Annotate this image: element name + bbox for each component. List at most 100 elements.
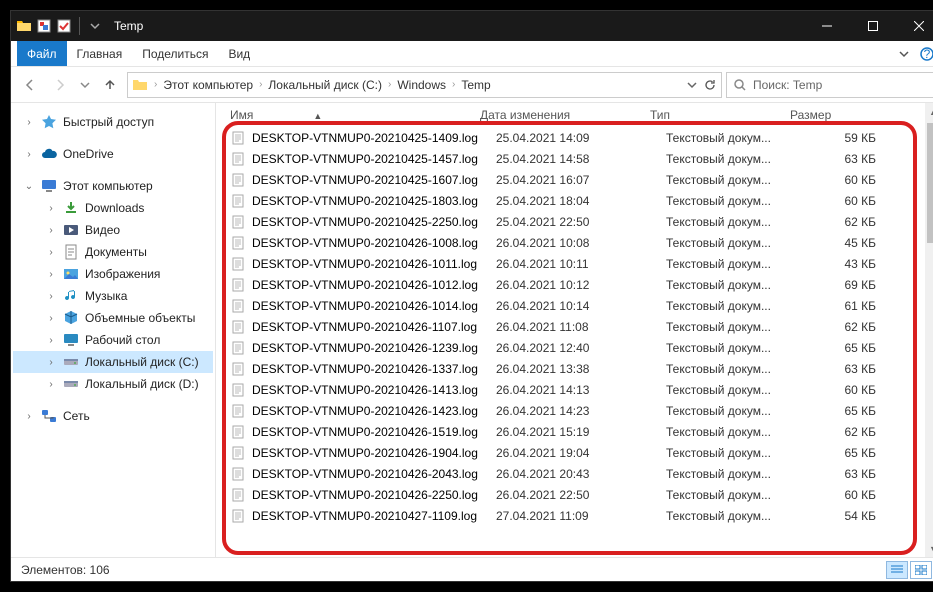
chevron-right-icon[interactable]: › — [452, 79, 455, 90]
file-row[interactable]: DESKTOP-VTNMUP0-20210426-1904.log26.04.2… — [216, 442, 925, 463]
chevron-right-icon[interactable]: › — [154, 79, 157, 90]
file-row[interactable]: DESKTOP-VTNMUP0-20210425-1457.log25.04.2… — [216, 148, 925, 169]
view-icons-button[interactable] — [910, 561, 932, 579]
qat-dropdown-icon[interactable] — [90, 21, 100, 31]
file-name: DESKTOP-VTNMUP0-20210426-1519.log — [252, 425, 496, 439]
vertical-scrollbar[interactable]: ▲ ▼ — [925, 103, 933, 557]
file-row[interactable]: DESKTOP-VTNMUP0-20210426-1107.log26.04.2… — [216, 316, 925, 337]
menu-share[interactable]: Поделиться — [132, 41, 218, 66]
qat-checkbox-icon[interactable] — [55, 17, 73, 35]
nav-music[interactable]: ›Музыка — [13, 285, 213, 307]
breadcrumb-bar[interactable]: › Этот компьютер › Локальный диск (C:) ›… — [127, 72, 722, 98]
nav-quick-access[interactable]: › Быстрый доступ — [13, 111, 213, 133]
help-icon[interactable]: ? — [920, 47, 933, 61]
file-date: 26.04.2021 19:04 — [496, 446, 666, 460]
explorer-window: Temp Файл Главная Поделиться Вид ? › Это… — [10, 10, 933, 582]
scroll-down-button[interactable]: ▼ — [925, 540, 933, 557]
column-headers[interactable]: Имя ▲ Дата изменения Тип Размер — [230, 103, 925, 127]
maximize-button[interactable] — [850, 11, 896, 41]
file-row[interactable]: DESKTOP-VTNMUP0-20210426-1337.log26.04.2… — [216, 358, 925, 379]
qat-properties-icon[interactable] — [35, 17, 53, 35]
file-date: 26.04.2021 20:43 — [496, 467, 666, 481]
file-row[interactable]: DESKTOP-VTNMUP0-20210426-1519.log26.04.2… — [216, 421, 925, 442]
refresh-icon[interactable] — [703, 78, 717, 92]
file-size: 61 КБ — [806, 299, 896, 313]
nav-desktop[interactable]: ›Рабочий стол — [13, 329, 213, 351]
nav-onedrive[interactable]: › OneDrive — [13, 143, 213, 165]
titlebar[interactable]: Temp — [11, 11, 933, 41]
nav-network[interactable]: › Сеть — [13, 405, 213, 427]
file-row[interactable]: DESKTOP-VTNMUP0-20210426-2250.log26.04.2… — [216, 484, 925, 505]
nav-disk-c[interactable]: ›Локальный диск (C:) — [13, 351, 213, 373]
file-date: 27.04.2021 11:09 — [496, 509, 666, 523]
file-row[interactable]: DESKTOP-VTNMUP0-20210425-2250.log25.04.2… — [216, 211, 925, 232]
status-item-count: Элементов: 106 — [21, 563, 110, 577]
col-size[interactable]: Размер — [790, 108, 880, 122]
file-row[interactable]: DESKTOP-VTNMUP0-20210426-1014.log26.04.2… — [216, 295, 925, 316]
file-row[interactable]: DESKTOP-VTNMUP0-20210426-2043.log26.04.2… — [216, 463, 925, 484]
text-file-icon — [230, 214, 246, 230]
up-button[interactable] — [97, 72, 123, 98]
text-file-icon — [230, 172, 246, 188]
file-date: 26.04.2021 15:19 — [496, 425, 666, 439]
col-type[interactable]: Тип — [650, 108, 790, 122]
cloud-icon — [41, 146, 57, 162]
text-file-icon — [230, 424, 246, 440]
file-row[interactable]: DESKTOP-VTNMUP0-20210425-1607.log25.04.2… — [216, 169, 925, 190]
col-name[interactable]: Имя — [230, 108, 253, 122]
scroll-up-button[interactable]: ▲ — [925, 103, 933, 120]
file-row[interactable]: DESKTOP-VTNMUP0-20210425-1409.log25.04.2… — [216, 127, 925, 148]
chevron-right-icon[interactable]: › — [23, 117, 35, 128]
navigation-pane[interactable]: › Быстрый доступ › OneDrive ⌄ Этот компь… — [11, 103, 216, 557]
chevron-right-icon[interactable]: › — [23, 411, 35, 422]
file-row[interactable]: DESKTOP-VTNMUP0-20210426-1012.log26.04.2… — [216, 274, 925, 295]
col-date[interactable]: Дата изменения — [480, 108, 650, 122]
text-file-icon — [230, 130, 246, 146]
file-row[interactable]: DESKTOP-VTNMUP0-20210426-1423.log26.04.2… — [216, 400, 925, 421]
file-row[interactable]: DESKTOP-VTNMUP0-20210426-1413.log26.04.2… — [216, 379, 925, 400]
chevron-right-icon[interactable]: › — [259, 79, 262, 90]
history-dropdown[interactable] — [77, 72, 93, 98]
nav-pictures[interactable]: ›Изображения — [13, 263, 213, 285]
nav-disk-d[interactable]: ›Локальный диск (D:) — [13, 373, 213, 395]
file-date: 26.04.2021 22:50 — [496, 488, 666, 502]
file-size: 63 КБ — [806, 362, 896, 376]
crumb-3[interactable]: Temp — [461, 78, 490, 92]
minimize-button[interactable] — [804, 11, 850, 41]
nav-3d-objects[interactable]: ›Объемные объекты — [13, 307, 213, 329]
ribbon-expand-icon[interactable] — [898, 48, 910, 60]
sort-indicator-icon: ▲ — [313, 111, 322, 121]
back-button[interactable] — [17, 72, 43, 98]
menu-file[interactable]: Файл — [17, 41, 67, 66]
file-name: DESKTOP-VTNMUP0-20210426-1014.log — [252, 299, 496, 313]
crumb-2[interactable]: Windows — [397, 78, 446, 92]
video-icon — [63, 222, 79, 238]
file-row[interactable]: DESKTOP-VTNMUP0-20210426-1239.log26.04.2… — [216, 337, 925, 358]
status-bar: Элементов: 106 — [11, 557, 933, 581]
address-dropdown-icon[interactable] — [687, 80, 697, 90]
crumb-1[interactable]: Локальный диск (C:) — [268, 78, 382, 92]
chevron-down-icon[interactable]: ⌄ — [23, 181, 35, 192]
menu-home[interactable]: Главная — [67, 41, 133, 66]
file-row[interactable]: DESKTOP-VTNMUP0-20210427-1109.log27.04.2… — [216, 505, 925, 526]
scrollbar-thumb[interactable] — [927, 123, 933, 243]
close-button[interactable] — [896, 11, 933, 41]
nav-videos[interactable]: ›Видео — [13, 219, 213, 241]
file-name: DESKTOP-VTNMUP0-20210425-1803.log — [252, 194, 496, 208]
file-size: 43 КБ — [806, 257, 896, 271]
crumb-0[interactable]: Этот компьютер — [163, 78, 253, 92]
chevron-right-icon[interactable]: › — [23, 149, 35, 160]
search-input[interactable]: Поиск: Temp — [726, 72, 933, 98]
forward-button[interactable] — [47, 72, 73, 98]
chevron-right-icon[interactable]: › — [388, 79, 391, 90]
file-name: DESKTOP-VTNMUP0-20210426-1904.log — [252, 446, 496, 460]
menu-view[interactable]: Вид — [218, 41, 260, 66]
file-row[interactable]: DESKTOP-VTNMUP0-20210426-1011.log26.04.2… — [216, 253, 925, 274]
text-file-icon — [230, 340, 246, 356]
view-details-button[interactable] — [886, 561, 908, 579]
nav-this-pc[interactable]: ⌄ Этот компьютер — [13, 175, 213, 197]
nav-documents[interactable]: ›Документы — [13, 241, 213, 263]
file-row[interactable]: DESKTOP-VTNMUP0-20210426-1008.log26.04.2… — [216, 232, 925, 253]
file-row[interactable]: DESKTOP-VTNMUP0-20210425-1803.log25.04.2… — [216, 190, 925, 211]
nav-downloads[interactable]: ›Downloads — [13, 197, 213, 219]
